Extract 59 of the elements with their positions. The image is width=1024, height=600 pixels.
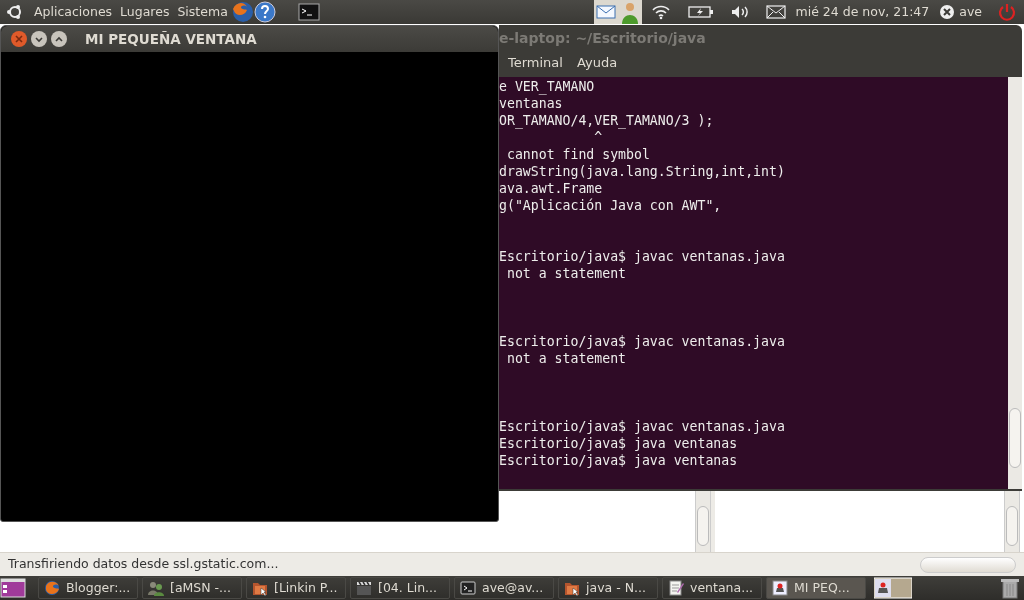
task-button[interactable]: [04. Lin... — [350, 577, 450, 599]
terminal-line: g("Aplicación Java con AWT", — [499, 197, 723, 214]
scrollbar[interactable] — [695, 490, 711, 552]
terminal-line: cannot find symbol — [505, 146, 651, 163]
menu-item[interactable]: Lugares — [116, 2, 174, 22]
terminal-line: Escritorio/java$ java ventanas — [499, 452, 739, 469]
terminal-icon — [460, 580, 476, 596]
terminal-line: OR_TAMANO/4,VER_TAMANO/3 ); — [499, 112, 715, 129]
people-icon — [148, 580, 164, 596]
terminal-line: Escritorio/java$ java ventanas — [499, 435, 739, 452]
terminal-icon[interactable] — [297, 3, 320, 21]
envelope-icon[interactable] — [765, 5, 786, 19]
clapper-icon — [356, 580, 372, 596]
status-text: Transfiriendo datos desde ssl.gstatic.com... — [8, 555, 279, 574]
wifi-icon[interactable] — [651, 4, 670, 20]
scrollbar[interactable] — [1008, 77, 1022, 489]
task-button[interactable]: [aMSN -... — [142, 577, 242, 599]
task-button[interactable]: java - N... — [558, 577, 658, 599]
terminal-line: e VER_TAMANO — [499, 78, 596, 95]
browser-icon — [44, 580, 60, 596]
maximize-button[interactable] — [51, 31, 67, 47]
terminal-line: drawString(java.lang.String,int,int) — [499, 163, 786, 180]
workspace-switcher[interactable] — [874, 577, 912, 599]
terminal-line: not a statement — [505, 350, 628, 367]
task-button[interactable]: ave@av... — [454, 577, 554, 599]
terminal-line: ventanas — [499, 95, 564, 112]
window-title: MI PEQUEÑA VENTANA — [85, 29, 257, 49]
ubuntu-logo-icon[interactable] — [6, 3, 24, 21]
battery-icon[interactable] — [687, 5, 714, 19]
close-button[interactable] — [11, 31, 27, 47]
task-button[interactable]: MI PEQ... — [766, 577, 866, 599]
help-icon[interactable] — [253, 1, 276, 23]
document-icon — [668, 580, 684, 596]
terminal-line: Escritorio/java$ javac ventanas.java — [499, 248, 786, 265]
trash-icon[interactable] — [1000, 577, 1020, 599]
menu-item[interactable]: Terminal — [508, 53, 563, 73]
java-icon — [772, 580, 788, 596]
task-button[interactable]: ventana... — [662, 577, 762, 599]
window-title: e-laptop: ~/Escritorio/java — [499, 28, 706, 48]
task-button[interactable]: [Linkin P... — [246, 577, 346, 599]
menu-item[interactable]: Aplicaciones — [30, 2, 117, 22]
terminal-line: Escritorio/java$ javac ventanas.java — [499, 418, 786, 435]
show-desktop-icon[interactable] — [0, 577, 26, 599]
terminal-line: ^ — [593, 129, 604, 146]
clock[interactable]: mié 24 de nov, 21:47 — [791, 2, 934, 22]
mail-icon[interactable] — [593, 0, 618, 24]
menu-item[interactable]: Sistema — [173, 2, 232, 22]
terminal-line: Escritorio/java$ javac ventanas.java — [499, 333, 786, 350]
task-button[interactable]: Blogger:... — [38, 577, 138, 599]
scrollbar[interactable] — [1004, 490, 1020, 552]
status-icon[interactable] — [939, 4, 956, 20]
menu-item[interactable]: Ayuda — [576, 53, 618, 73]
browser-icon[interactable] — [231, 1, 254, 23]
user-name[interactable]: ave — [955, 2, 986, 22]
folder-icon — [252, 580, 268, 596]
terminal-line: not a statement — [505, 265, 628, 282]
folder-icon — [564, 580, 580, 596]
minimize-button[interactable] — [31, 31, 47, 47]
terminal-line: ava.awt.Frame — [499, 180, 604, 197]
